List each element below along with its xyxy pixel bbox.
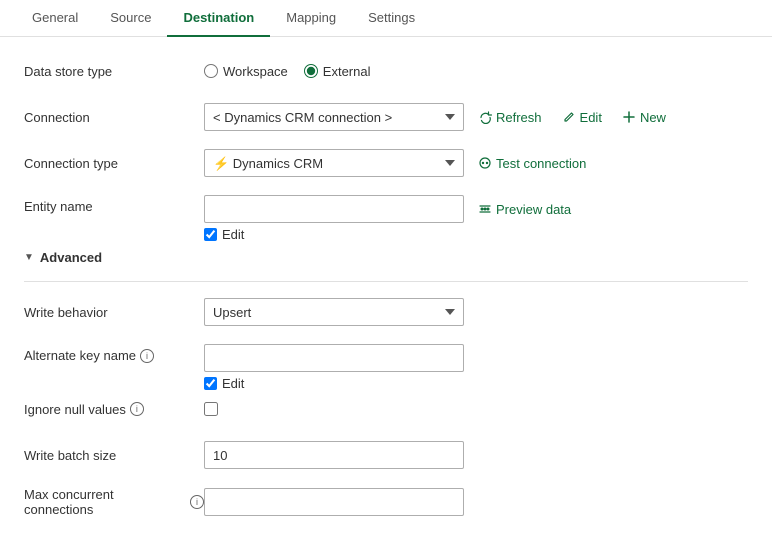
tab-settings[interactable]: Settings: [352, 0, 431, 37]
preview-data-icon: [478, 202, 492, 216]
write-batch-size-label: Write batch size: [24, 448, 204, 463]
alternate-key-edit-label: Edit: [222, 376, 244, 391]
tab-general[interactable]: General: [16, 0, 94, 37]
write-behavior-label: Write behavior: [24, 305, 204, 320]
ignore-null-info-icon: i: [130, 402, 144, 416]
alternate-key-info-icon: i: [140, 349, 154, 363]
write-batch-size-input[interactable]: [204, 441, 464, 469]
alternate-key-edit-checkbox[interactable]: [204, 377, 217, 390]
advanced-label: Advanced: [40, 250, 102, 265]
entity-edit-label: Edit: [222, 227, 244, 242]
connection-row: Connection < Dynamics CRM connection > R…: [24, 103, 748, 131]
connection-controls: < Dynamics CRM connection > Refresh: [204, 103, 672, 131]
radio-workspace-input[interactable]: [204, 64, 218, 78]
max-concurrent-info-icon: i: [190, 495, 204, 509]
new-connection-button[interactable]: New: [616, 106, 672, 129]
alternate-key-row: Alternate key name i Edit: [24, 344, 748, 391]
write-batch-size-controls: [204, 441, 464, 469]
write-behavior-row: Write behavior Upsert Insert Update Dele…: [24, 298, 748, 326]
ignore-null-row: Ignore null values i: [24, 395, 748, 423]
alternate-key-input[interactable]: [204, 344, 464, 372]
edit-connection-button[interactable]: Edit: [556, 106, 608, 129]
connection-type-label: Connection type: [24, 156, 204, 171]
advanced-divider: [24, 281, 748, 282]
radio-workspace-label: Workspace: [223, 64, 288, 79]
test-connection-label: Test connection: [496, 156, 586, 171]
entity-edit-checkbox[interactable]: [204, 228, 217, 241]
max-concurrent-row: Max concurrent connections i: [24, 487, 748, 517]
ignore-null-label: Ignore null values i: [24, 402, 204, 417]
write-behavior-dropdown[interactable]: Upsert Insert Update Delete: [204, 298, 464, 326]
alternate-key-controls: Edit: [204, 344, 464, 391]
radio-external-input[interactable]: [304, 64, 318, 78]
write-batch-size-row: Write batch size: [24, 441, 748, 469]
ignore-null-controls: [204, 402, 218, 416]
connection-dropdown[interactable]: < Dynamics CRM connection >: [204, 103, 464, 131]
edit-icon: [562, 110, 576, 124]
connection-type-controls: ⚡ Dynamics CRM Test connection: [204, 149, 592, 177]
test-connection-button[interactable]: Test connection: [472, 152, 592, 175]
edit-connection-label: Edit: [580, 110, 602, 125]
form-content: Data store type Workspace External Conne…: [0, 37, 772, 555]
entity-name-controls: Preview data Edit: [204, 195, 577, 242]
refresh-label: Refresh: [496, 110, 542, 125]
radio-external[interactable]: External: [304, 64, 371, 79]
connection-label: Connection: [24, 110, 204, 125]
tab-source[interactable]: Source: [94, 0, 167, 37]
refresh-button[interactable]: Refresh: [472, 106, 548, 129]
data-store-type-label: Data store type: [24, 64, 204, 79]
refresh-icon: [478, 110, 492, 124]
max-concurrent-input[interactable]: [204, 488, 464, 516]
alternate-key-label: Alternate key name i: [24, 348, 204, 363]
max-concurrent-controls: [204, 488, 464, 516]
ignore-null-checkbox[interactable]: [204, 402, 218, 416]
write-behavior-controls: Upsert Insert Update Delete: [204, 298, 464, 326]
entity-name-row: Entity name Preview data: [24, 195, 748, 242]
radio-external-label: External: [323, 64, 371, 79]
radio-workspace[interactable]: Workspace: [204, 64, 288, 79]
test-connection-icon: [478, 156, 492, 170]
entity-name-label: Entity name: [24, 199, 204, 214]
tab-destination[interactable]: Destination: [167, 0, 270, 37]
advanced-section-toggle[interactable]: ▼ Advanced: [24, 250, 748, 265]
tab-bar: General Source Destination Mapping Setti…: [0, 0, 772, 37]
plus-icon: [622, 110, 636, 124]
entity-name-input[interactable]: [204, 195, 464, 223]
connection-select-wrap: < Dynamics CRM connection >: [204, 103, 464, 131]
connection-type-dropdown[interactable]: ⚡ Dynamics CRM: [204, 149, 464, 177]
new-connection-label: New: [640, 110, 666, 125]
entity-edit-check-row[interactable]: Edit: [204, 227, 244, 242]
connection-type-row: Connection type ⚡ Dynamics CRM Test conn…: [24, 149, 748, 177]
preview-data-button[interactable]: Preview data: [472, 198, 577, 221]
tab-mapping[interactable]: Mapping: [270, 0, 352, 37]
max-concurrent-label: Max concurrent connections i: [24, 487, 204, 517]
data-store-type-controls: Workspace External: [204, 64, 371, 79]
data-store-type-row: Data store type Workspace External: [24, 57, 748, 85]
preview-data-label: Preview data: [496, 202, 571, 217]
alternate-key-edit-row[interactable]: Edit: [204, 376, 244, 391]
chevron-down-icon: ▼: [24, 252, 34, 263]
